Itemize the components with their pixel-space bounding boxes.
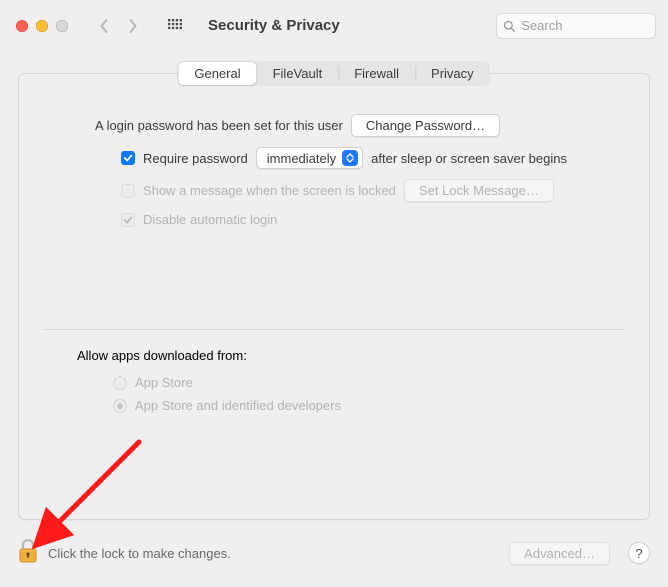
tab-filevault[interactable]: FileVault (257, 62, 339, 85)
lock-icon (18, 539, 38, 563)
radio-identified (113, 399, 127, 413)
set-lock-message-button: Set Lock Message… (404, 179, 554, 202)
checkmark-icon (123, 153, 133, 163)
gatekeeper-option-appstore: App Store (19, 375, 649, 390)
general-content: A login password has been set for this u… (19, 74, 649, 253)
disable-auto-login-checkbox (121, 213, 135, 227)
show-all-button[interactable] (168, 14, 192, 38)
require-password-label: Require password (143, 151, 248, 166)
toolbar: Security & Privacy (0, 0, 668, 52)
grid-icon (168, 17, 182, 35)
require-password-suffix: after sleep or screen saver begins (371, 151, 567, 166)
radio-appstore-label: App Store (135, 375, 193, 390)
preferences-panel: General FileVault Firewall Privacy A log… (18, 73, 650, 520)
tab-privacy[interactable]: Privacy (415, 62, 490, 85)
require-password-checkbox[interactable] (121, 151, 135, 165)
forward-button[interactable] (120, 14, 144, 38)
divider (43, 329, 625, 330)
gatekeeper-option-identified: App Store and identified developers (19, 398, 649, 413)
disable-auto-login-row: Disable automatic login (43, 212, 625, 227)
page-title: Security & Privacy (208, 17, 340, 34)
radio-identified-label: App Store and identified developers (135, 398, 341, 413)
footer: Click the lock to make changes. Advanced… (18, 533, 650, 573)
back-button[interactable] (92, 14, 116, 38)
zoom-window-button (56, 20, 68, 32)
radio-appstore (113, 376, 127, 390)
lock-button[interactable] (18, 539, 38, 568)
require-password-row: Require password immediately after sleep… (43, 147, 625, 169)
login-password-text: A login password has been set for this u… (95, 118, 343, 133)
tab-general[interactable]: General (178, 62, 256, 85)
checkmark-icon (123, 215, 133, 225)
close-window-button[interactable] (16, 20, 28, 32)
help-button[interactable]: ? (628, 542, 650, 564)
lock-hint-text: Click the lock to make changes. (48, 546, 231, 561)
minimize-window-button[interactable] (36, 20, 48, 32)
show-message-checkbox (121, 184, 135, 198)
window-controls (16, 20, 68, 32)
chevron-left-icon (99, 18, 110, 34)
tab-firewall[interactable]: Firewall (338, 62, 415, 85)
search-icon (503, 19, 515, 33)
nav-buttons (92, 14, 144, 38)
stepper-arrows-icon (342, 150, 358, 166)
tab-bar: General FileVault Firewall Privacy (178, 62, 489, 85)
disable-auto-login-label: Disable automatic login (143, 212, 277, 227)
show-message-label: Show a message when the screen is locked (143, 183, 396, 198)
chevron-right-icon (127, 18, 138, 34)
search-field[interactable] (496, 13, 656, 39)
change-password-button[interactable]: Change Password… (351, 114, 500, 137)
advanced-button: Advanced… (509, 542, 610, 565)
login-password-row: A login password has been set for this u… (43, 114, 625, 137)
show-message-row: Show a message when the screen is locked… (43, 179, 625, 202)
require-password-delay-select[interactable]: immediately (256, 147, 363, 169)
require-password-delay-value: immediately (267, 151, 336, 166)
gatekeeper-heading: Allow apps downloaded from: (19, 348, 649, 375)
search-input[interactable] (521, 18, 649, 33)
